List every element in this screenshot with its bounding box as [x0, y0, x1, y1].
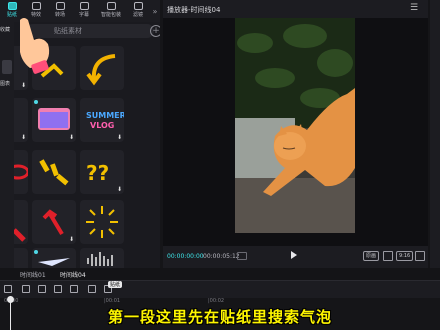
marker-icon[interactable] [88, 285, 96, 293]
timeline-tabs: 时间线01 时间线04 [0, 268, 440, 280]
sticker-cell[interactable] [32, 248, 76, 268]
svg-text:??: ?? [86, 161, 109, 185]
play-button[interactable] [291, 251, 297, 259]
waveform-sticker-icon [87, 252, 113, 266]
sticker-cell[interactable] [14, 200, 28, 244]
dash-lines-sticker-icon [39, 159, 69, 186]
video-frame [235, 18, 355, 233]
split-left-icon[interactable] [22, 285, 30, 293]
add-icon[interactable]: + [150, 25, 160, 37]
split-right-icon[interactable] [38, 285, 46, 293]
player-viewport [163, 18, 428, 246]
search-text: 贴纸素材 [54, 27, 82, 35]
arrow-curve-icon [86, 54, 116, 86]
red-ring-sticker-icon [14, 164, 28, 180]
svg-text:SUMMER: SUMMER [86, 111, 124, 120]
tab-timeline-04[interactable]: 时间线04 [60, 270, 86, 279]
sticker-cell[interactable] [80, 46, 124, 90]
svg-text:VLOG: VLOG [90, 121, 114, 130]
right-panel-edge [430, 0, 440, 268]
tool-filters-label: 滤镜 [132, 12, 143, 18]
expand-icon[interactable] [415, 251, 425, 261]
current-time: 00:00:00:00 [167, 253, 204, 260]
sticker-badge: 贴纸 [108, 281, 123, 288]
quality-button[interactable]: 原画 [363, 251, 380, 261]
tab-timeline-01[interactable]: 时间线01 [20, 270, 46, 279]
tool-captions-label: 字幕 [78, 12, 89, 18]
cat-video-image [235, 18, 355, 233]
subtitle-caption: 第一段这里先在贴纸里搜索气泡 [107, 308, 332, 326]
tool-transitions-label: 转场 [54, 12, 65, 18]
ruler-tick: |00:02 [208, 298, 225, 304]
category-charts[interactable]: 图表 [0, 80, 14, 87]
ruler-tick: |00:01 [104, 298, 121, 304]
timeline-toolbar [0, 280, 440, 298]
caption-icon [79, 2, 89, 10]
sticker-cell[interactable]: ?? ⬇ [80, 150, 124, 194]
download-icon: ⬇ [20, 82, 26, 89]
sticker-cell[interactable] [14, 150, 28, 194]
sticker-cell[interactable] [14, 248, 28, 268]
fullscreen-icon[interactable] [383, 251, 393, 261]
total-time: 00:00:05:12 [203, 253, 240, 260]
sticker-icon [7, 2, 17, 10]
tool-smart-pack-label: 智能包装 [100, 12, 121, 18]
new-dot-icon [34, 100, 38, 104]
sticker-cell[interactable]: ⬇ [14, 98, 28, 142]
ratio-button[interactable]: 9:16 [396, 251, 414, 261]
sticker-cell[interactable]: SUMMER VLOG ⬇ [80, 98, 124, 142]
player-controls: 00:00:00:00 00:00:05:12 原画 9:16 [163, 246, 428, 268]
download-icon: ⬇ [116, 134, 122, 141]
effects-icon [31, 2, 41, 10]
new-dot-icon [34, 250, 38, 254]
hand-pointer-icon [20, 18, 50, 74]
transition-icon [55, 2, 65, 10]
tool-filters[interactable]: 滤镜 [126, 0, 150, 22]
pointer-tool-icon[interactable] [4, 285, 12, 293]
plane-sticker-icon [38, 258, 70, 266]
grid-icon[interactable] [237, 252, 247, 260]
sticker-cell[interactable]: ⬇ [32, 200, 76, 244]
download-icon: ⬇ [20, 134, 26, 141]
download-icon: ⬇ [68, 134, 74, 141]
chart-thumb [2, 60, 12, 74]
red-arrow-sticker-icon [14, 228, 26, 242]
sticker-cell[interactable]: ⬇ [32, 98, 76, 142]
download-icon: ⬇ [68, 236, 74, 243]
filter-icon [133, 2, 143, 10]
burst-sticker-icon [86, 206, 118, 238]
tool-smart-pack[interactable]: 智能包装 [96, 0, 126, 22]
sticker-cell[interactable] [80, 200, 124, 244]
expand-toolbar-button[interactable]: » [150, 0, 160, 22]
player-title: 播放器-时间线04 [163, 0, 428, 18]
download-icon: ⬇ [116, 186, 122, 193]
tool-captions[interactable]: 字幕 [72, 0, 96, 22]
sticker-cell[interactable] [80, 248, 124, 268]
delete-icon[interactable] [70, 285, 78, 293]
smart-pack-icon [106, 2, 116, 10]
menu-icon[interactable]: ☰ [410, 3, 418, 13]
sticker-cell[interactable] [32, 150, 76, 194]
split-icon[interactable] [54, 285, 62, 293]
